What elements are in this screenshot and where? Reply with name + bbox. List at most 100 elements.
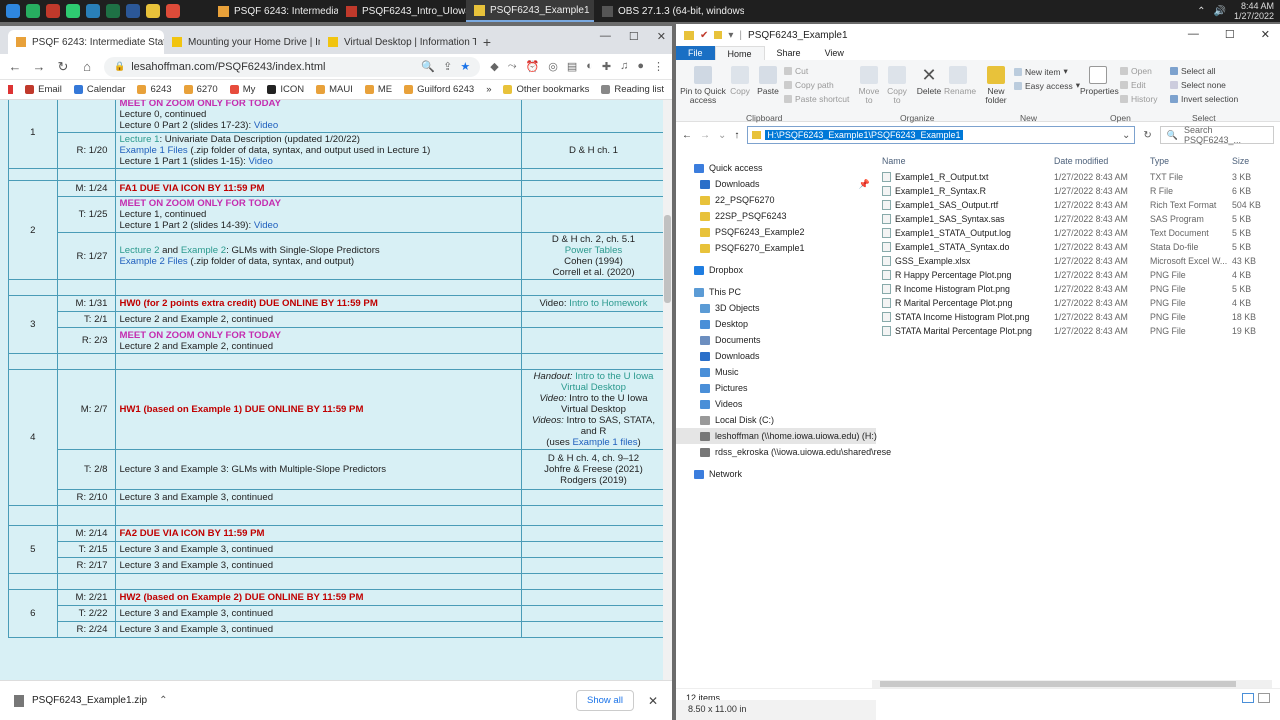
nav-item[interactable]: This PC [676,284,876,300]
scrollbar-thumb[interactable] [880,681,1236,687]
nav-item[interactable]: Dropbox [676,262,876,278]
column-size[interactable]: Size [1232,156,1272,166]
menu-icon[interactable]: ⋮ [653,60,664,73]
home-icon[interactable]: ⌂ [80,59,94,74]
close-window-button[interactable]: ✕ [1261,28,1270,41]
minimize-button[interactable]: — [600,30,611,43]
file-row[interactable]: R Happy Percentage Plot.png 1/27/2022 8:4… [882,268,1280,282]
reload-icon[interactable]: ↻ [56,59,70,75]
move-to-button[interactable]: Move to [856,66,882,105]
nav-item[interactable]: Documents [676,332,876,348]
reading-link[interactable]: Power Tables [525,245,662,256]
chevron-up-icon[interactable]: ⌃ [1197,6,1205,17]
copy-path-button[interactable]: Copy path [784,80,834,90]
bookmark-item[interactable]: MAUI [316,84,353,95]
browser-tab-0[interactable]: PSQF 6243: Intermediate Statistic✕ [8,30,164,54]
search-icon[interactable]: 🔍 [421,60,435,73]
nav-item[interactable]: PSQF6270_Example1 [676,240,876,256]
new-item-button[interactable]: New item ▾ [1014,66,1068,77]
nav-item[interactable]: Videos [676,396,876,412]
back-icon[interactable]: ← [8,59,22,74]
video-link[interactable]: Video [249,156,273,167]
tab-file[interactable]: File [676,46,715,60]
new-folder-quick-icon[interactable] [714,31,723,39]
apps-icon[interactable] [8,85,14,94]
history-button[interactable]: History [1120,94,1157,104]
open-button[interactable]: Open [1120,66,1152,76]
chevron-down-icon[interactable]: ⌄ [1122,130,1130,141]
nav-item[interactable]: 3D Objects [676,300,876,316]
quick-access-toolbar-icon[interactable]: ✔ [700,30,708,41]
file-row[interactable]: Example1_STATA_Output.log 1/27/2022 8:43 … [882,226,1280,240]
taskbar-window-0[interactable]: PSQF 6243: Intermediate Stati... [210,0,338,22]
topic-lnk-text[interactable]: Example 2 Files [119,256,187,267]
up-icon[interactable]: ↑ [734,130,739,141]
excel-taskbar-icon[interactable] [106,4,120,18]
mail-taskbar-icon[interactable] [86,4,100,18]
show-all-button[interactable]: Show all [576,690,634,711]
easy-access-button[interactable]: Easy access ▾ [1014,80,1080,91]
avatar[interactable]: ● [637,60,644,73]
nav-item[interactable]: Network [676,466,876,482]
video-link[interactable]: Video [254,120,278,131]
file-row[interactable]: Example1_STATA_Syntax.do 1/27/2022 8:43 A… [882,240,1280,254]
puzzle-icon[interactable]: ✚ [602,60,611,73]
large-icons-view-icon[interactable] [1258,693,1270,703]
file-row[interactable]: R Income Histogram Plot.png 1/27/2022 8:4… [882,282,1280,296]
details-view-icon[interactable] [1242,693,1254,703]
address-path-field[interactable]: H:\PSQF6243_Example1\PSQF6243_Example1 ⌄ [747,126,1136,144]
chrome2-taskbar-icon[interactable] [166,4,180,18]
clock[interactable]: 8:44 AM 1/27/2022 [1234,1,1274,21]
nav-item[interactable]: Desktop [676,316,876,332]
taskbar-window-2[interactable]: PSQF6243_Example1 [466,0,594,22]
extension2-icon[interactable]: ⤳ [508,60,517,73]
file-row[interactable]: Example1_R_Syntax.R 1/27/2022 8:43 AM R Fi… [882,184,1280,198]
nav-item[interactable]: leshoffman (\\home.iowa.uiowa.edu) (H:) [676,428,877,444]
forward-icon[interactable]: → [32,59,46,74]
example-1-files-link[interactable]: Example 1 files [572,437,637,448]
column-name[interactable]: Name [882,156,1054,166]
topic-lnk-text[interactable]: Example 1 Files [119,145,187,156]
nav-item[interactable]: Music [676,364,876,380]
nav-item[interactable]: 22SP_PSQF6243 [676,208,876,224]
new-tab-button[interactable]: + [476,30,498,54]
minimize-button[interactable]: — [1188,28,1199,41]
new-folder-button[interactable]: New folder [982,66,1010,105]
file-row[interactable]: Example1_SAS_Output.rtf 1/27/2022 8:43 AM… [882,198,1280,212]
cut-button[interactable]: Cut [784,66,808,76]
copy-button[interactable]: Copy [728,66,752,96]
page-scrollbar[interactable] [663,100,672,680]
delete-button[interactable]: ✕ Delete [916,66,942,96]
folder-taskbar-icon[interactable] [146,4,160,18]
column-date-modified[interactable]: Date modified [1054,156,1150,166]
bookmark-item[interactable]: ICON [267,84,304,95]
nav-item[interactable]: Quick access [676,160,876,176]
forward-icon[interactable]: → [700,130,710,141]
file-row[interactable]: Example1_SAS_Syntax.sas 1/27/2022 8:43 AM… [882,212,1280,226]
other-bookmarks[interactable]: Other bookmarks [503,84,589,95]
app2-taskbar-icon[interactable] [66,4,80,18]
file-row[interactable]: Example1_R_Output.txt 1/27/2022 8:43 AM TX… [882,170,1280,184]
browser-tab-2[interactable]: Virtual Desktop | Information Te✕ [320,30,476,54]
bookmark-item[interactable]: ME [364,84,392,95]
reading-list[interactable]: Reading list [601,84,664,95]
download-item[interactable]: PSQF6243_Example1.zip [32,695,147,706]
chrome-taskbar-icon[interactable] [6,4,20,18]
scrollbar-thumb[interactable] [664,215,671,303]
nav-item[interactable]: 22_PSQF6270 [676,192,876,208]
bookmark-item[interactable]: 6243 [137,84,172,95]
bookmark-item[interactable]: 6270 [183,84,218,95]
more-bookmarks-icon[interactable]: » [486,84,491,95]
column-type[interactable]: Type [1150,156,1232,166]
extension5-icon[interactable]: ▤ [567,60,577,73]
topic-teal-text[interactable]: Lecture 2 [119,245,159,256]
back-icon[interactable]: ← [682,130,692,141]
filezilla-taskbar-icon[interactable] [46,4,60,18]
nav-item[interactable]: Downloads [676,348,876,364]
nav-item[interactable]: Local Disk (C:) [676,412,876,428]
handout-link[interactable]: Intro to the U Iowa Virtual Desktop [561,371,653,393]
omnibox[interactable]: 🔒 lesahoffman.com/PSQF6243/index.html 🔍 … [104,56,481,77]
example-2-link[interactable]: Example 2 [181,245,226,256]
edit-button[interactable]: Edit [1120,80,1146,90]
horizontal-scrollbar[interactable] [872,680,1272,688]
